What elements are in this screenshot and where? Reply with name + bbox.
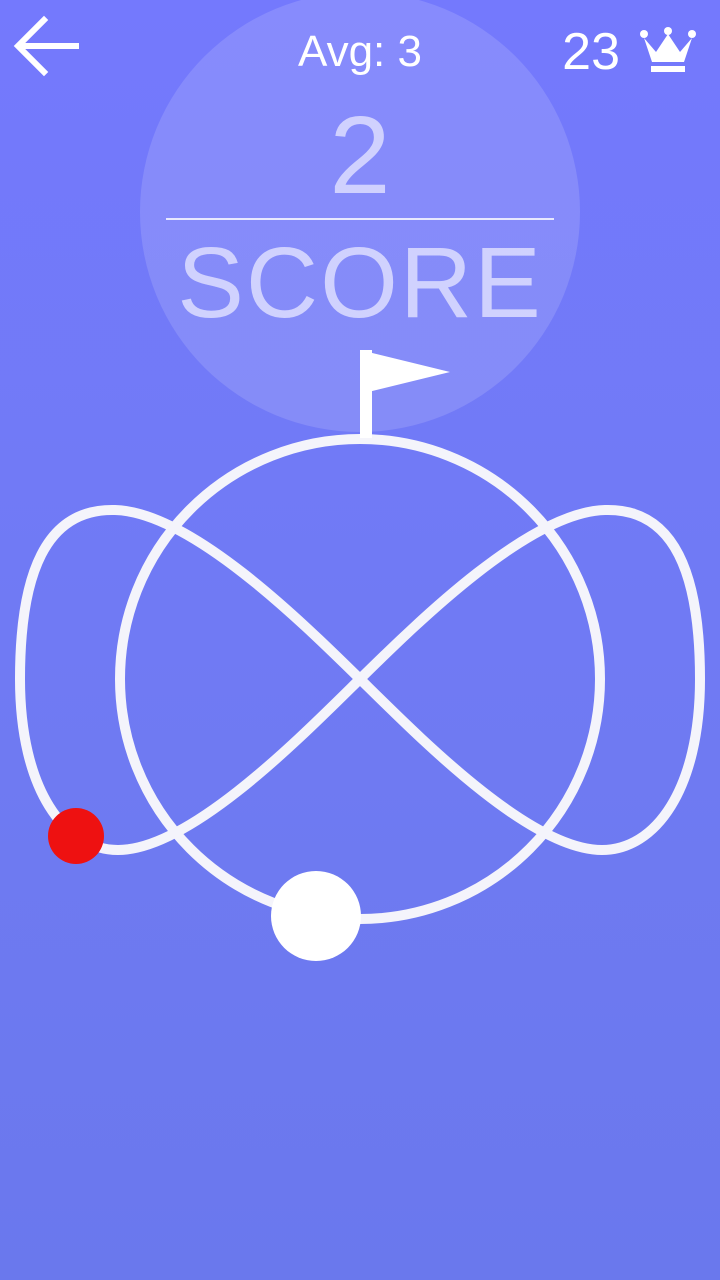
game-board[interactable] [0,0,720,1280]
flag-icon [360,350,450,438]
player-ball[interactable] [271,871,361,961]
enemy-ball [48,808,104,864]
